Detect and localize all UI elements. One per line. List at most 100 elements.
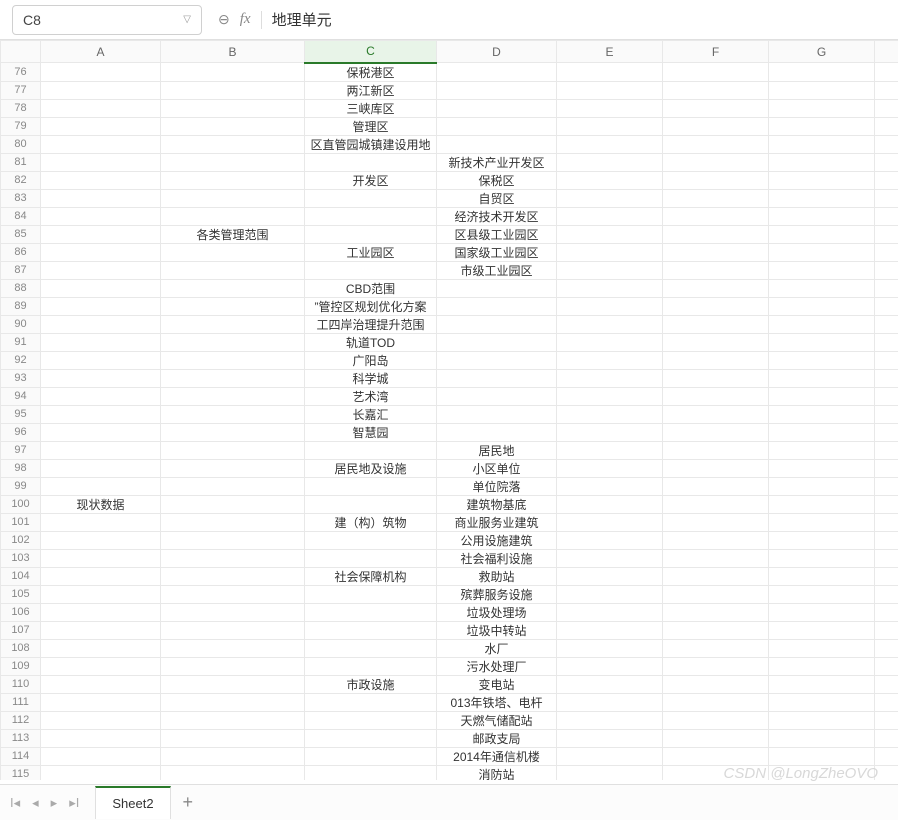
cell[interactable] <box>769 387 875 405</box>
cell[interactable] <box>769 711 875 729</box>
cell[interactable]: 公用设施建筑 <box>437 531 557 549</box>
fx-icon[interactable]: fx <box>240 11 251 28</box>
cell[interactable]: 水厂 <box>437 639 557 657</box>
cell[interactable] <box>557 171 663 189</box>
cell[interactable] <box>161 63 305 82</box>
row-header[interactable]: 93 <box>1 369 41 387</box>
cell[interactable] <box>41 621 161 639</box>
cell[interactable]: 变电站 <box>437 675 557 693</box>
cell[interactable] <box>437 405 557 423</box>
cell[interactable] <box>663 675 769 693</box>
cell[interactable] <box>161 567 305 585</box>
cell[interactable] <box>557 297 663 315</box>
cell[interactable] <box>557 531 663 549</box>
cell[interactable] <box>437 81 557 99</box>
cell[interactable] <box>305 207 437 225</box>
cell[interactable] <box>305 657 437 675</box>
cell[interactable] <box>663 693 769 711</box>
cell[interactable] <box>305 495 437 513</box>
cell[interactable] <box>663 711 769 729</box>
cell[interactable] <box>663 495 769 513</box>
cell[interactable] <box>41 549 161 567</box>
cell[interactable] <box>41 711 161 729</box>
row-header[interactable]: 80 <box>1 135 41 153</box>
cell[interactable] <box>161 441 305 459</box>
cell[interactable]: 013年铁塔、电杆 <box>437 693 557 711</box>
cell[interactable] <box>161 405 305 423</box>
cell[interactable] <box>875 531 898 549</box>
cell[interactable] <box>663 99 769 117</box>
cell[interactable] <box>875 549 898 567</box>
cell[interactable] <box>663 225 769 243</box>
cell[interactable]: 艺术湾 <box>305 387 437 405</box>
cell[interactable]: 天燃气储配站 <box>437 711 557 729</box>
cell[interactable] <box>557 117 663 135</box>
cell[interactable] <box>305 477 437 495</box>
cell[interactable] <box>557 495 663 513</box>
cell[interactable] <box>663 387 769 405</box>
cell[interactable] <box>305 621 437 639</box>
row-header[interactable]: 82 <box>1 171 41 189</box>
cell[interactable] <box>557 729 663 747</box>
cell[interactable]: 轨道TOD <box>305 333 437 351</box>
row-header[interactable]: 94 <box>1 387 41 405</box>
row-header[interactable]: 76 <box>1 63 41 82</box>
cell[interactable] <box>769 657 875 675</box>
cell[interactable] <box>769 63 875 82</box>
cell[interactable] <box>161 189 305 207</box>
cell[interactable] <box>663 63 769 82</box>
cell[interactable]: 市政设施 <box>305 675 437 693</box>
cell[interactable] <box>769 747 875 765</box>
cell[interactable] <box>663 477 769 495</box>
cell[interactable] <box>161 369 305 387</box>
cell[interactable] <box>41 657 161 675</box>
cell[interactable] <box>769 279 875 297</box>
cell[interactable] <box>875 63 898 82</box>
cell[interactable] <box>557 153 663 171</box>
row-header[interactable]: 104 <box>1 567 41 585</box>
cell[interactable] <box>41 243 161 261</box>
cell[interactable] <box>557 63 663 82</box>
cell[interactable]: 单位院落 <box>437 477 557 495</box>
cell[interactable] <box>305 153 437 171</box>
cell[interactable]: 邮政支局 <box>437 729 557 747</box>
row-header[interactable]: 89 <box>1 297 41 315</box>
cell[interactable] <box>875 297 898 315</box>
cell[interactable] <box>663 657 769 675</box>
cell[interactable] <box>769 585 875 603</box>
cell[interactable] <box>663 171 769 189</box>
cell[interactable] <box>663 153 769 171</box>
cell[interactable] <box>875 135 898 153</box>
cell[interactable]: 新技术产业开发区 <box>437 153 557 171</box>
cell[interactable] <box>41 585 161 603</box>
cell[interactable] <box>161 711 305 729</box>
cell[interactable] <box>875 729 898 747</box>
cell[interactable] <box>41 477 161 495</box>
cell[interactable] <box>161 531 305 549</box>
cell[interactable] <box>769 261 875 279</box>
cell[interactable] <box>161 117 305 135</box>
cell[interactable] <box>41 153 161 171</box>
cell[interactable] <box>769 603 875 621</box>
cell[interactable] <box>305 225 437 243</box>
select-all-corner[interactable] <box>1 41 41 63</box>
row-header[interactable]: 92 <box>1 351 41 369</box>
cell[interactable]: 保税区 <box>437 171 557 189</box>
cell[interactable] <box>769 621 875 639</box>
cell[interactable] <box>875 81 898 99</box>
cell[interactable] <box>41 99 161 117</box>
cell[interactable] <box>41 387 161 405</box>
cell[interactable] <box>557 207 663 225</box>
row-header[interactable]: 114 <box>1 747 41 765</box>
cell[interactable] <box>769 207 875 225</box>
cell[interactable] <box>161 693 305 711</box>
cell[interactable] <box>41 693 161 711</box>
cell[interactable] <box>41 639 161 657</box>
cell[interactable] <box>161 297 305 315</box>
cell[interactable] <box>557 747 663 765</box>
cell[interactable] <box>305 747 437 765</box>
cell[interactable] <box>305 531 437 549</box>
cell[interactable] <box>663 729 769 747</box>
cell[interactable] <box>557 315 663 333</box>
cell[interactable] <box>305 585 437 603</box>
